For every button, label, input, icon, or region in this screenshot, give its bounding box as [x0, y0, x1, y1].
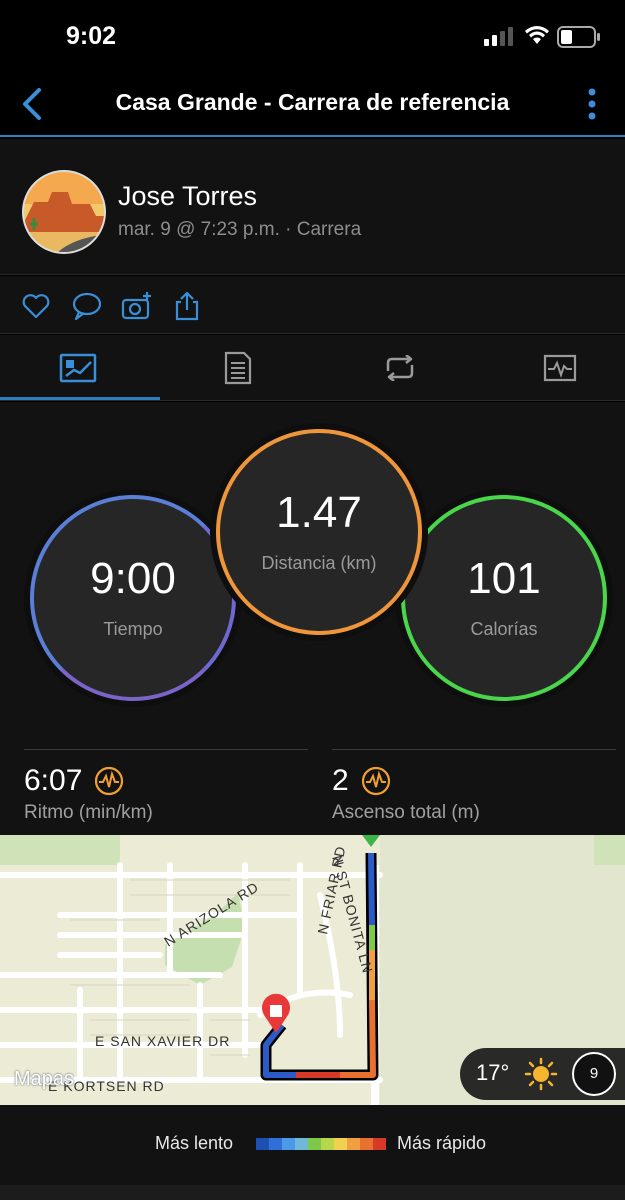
status-time: 9:02 [66, 22, 117, 50]
weather-badge[interactable]: 17° 9 [460, 1048, 625, 1100]
pace-legend: Más lento Más rápido [0, 1105, 625, 1185]
map-attribution: Mapas [14, 1068, 74, 1091]
route-map[interactable]: N ARIZOLA RD N ST BONITA LN N FRIAR RD E… [0, 835, 625, 1105]
overview-tab-icon [59, 353, 97, 383]
cellular-signal-icon [484, 27, 513, 46]
performance-icon [361, 766, 390, 796]
laps-tab-icon [386, 355, 414, 381]
heart-icon[interactable] [20, 290, 52, 322]
street-label: E SAN XAVIER DR [95, 1033, 230, 1049]
more-vertical-icon[interactable] [586, 86, 598, 122]
ascent-label: Ascenso total (m) [332, 802, 480, 823]
add-photo-icon[interactable] [121, 290, 153, 322]
ascent-stat[interactable]: 2 Ascenso total (m) [332, 764, 480, 824]
charts-tab-icon [543, 354, 577, 382]
divider [24, 749, 308, 750]
map-attribution-text: Mapas [14, 1068, 75, 1090]
wifi-icon [525, 26, 549, 44]
avatar[interactable] [22, 170, 106, 254]
social-actions [0, 276, 625, 334]
pace-color-swatch [334, 1138, 347, 1150]
pace-color-swatch [347, 1138, 360, 1150]
time-value: 9:00 [90, 553, 176, 603]
details-tab-icon [224, 351, 252, 385]
activity-meta: mar. 9 @ 7:23 p.m. · Carrera [118, 219, 362, 240]
pace-color-swatch [321, 1138, 334, 1150]
pace-color-scale [256, 1138, 386, 1150]
time-ring: 9:00 Tiempo [30, 495, 236, 701]
performance-icon [95, 766, 124, 796]
legend-fast-label: Más rápido [397, 1133, 487, 1153]
calories-value: 101 [467, 553, 541, 603]
distance-ring: 1.47 Distancia (km) [216, 429, 422, 635]
pace-color-swatch [308, 1138, 321, 1150]
tab-details[interactable] [160, 335, 316, 401]
sun-icon [524, 1057, 558, 1091]
share-icon[interactable] [171, 290, 203, 322]
pace-color-swatch [256, 1138, 269, 1150]
pace-color-swatch [373, 1138, 386, 1150]
temperature: 17° [476, 1060, 510, 1085]
tab-charts[interactable] [482, 335, 625, 401]
distance-value: 1.47 [276, 487, 362, 537]
finish-marker-icon [262, 993, 291, 1033]
wind-speed: 9 [572, 1052, 616, 1096]
pace-color-swatch [360, 1138, 373, 1150]
ascent-value: 2 [332, 764, 349, 797]
navigation-bar: Casa Grande - Carrera de referencia [0, 70, 625, 137]
battery-icon [557, 26, 600, 48]
divider [332, 749, 616, 750]
tab-laps[interactable] [322, 335, 478, 401]
pace-value: 6:07 [24, 764, 83, 797]
back-chevron-icon[interactable] [18, 86, 48, 122]
pace-color-swatch [269, 1138, 282, 1150]
status-bar: 9:02 [0, 0, 625, 70]
activity-summary: 9:00 Tiempo 101 Calorías 1.47 Distancia … [0, 402, 625, 835]
pace-stat[interactable]: 6:07 Ritmo (min/km) [24, 764, 153, 824]
page-title: Casa Grande - Carrera de referencia [115, 89, 510, 115]
bottom-edge [0, 1185, 625, 1200]
calories-label: Calorías [470, 618, 538, 639]
active-tab-indicator [0, 397, 160, 400]
distance-label: Distancia (km) [261, 552, 377, 573]
pace-label: Ritmo (min/km) [24, 802, 153, 823]
activity-tabs [0, 335, 625, 401]
time-label: Tiempo [103, 618, 163, 639]
user-name[interactable]: Jose Torres [118, 181, 257, 212]
activity-header: Jose Torres mar. 9 @ 7:23 p.m. · Carrera [0, 139, 625, 275]
comment-icon[interactable] [71, 290, 103, 322]
calories-ring: 101 Calorías [401, 495, 607, 701]
pace-color-swatch [282, 1138, 295, 1150]
legend-slow-label: Más lento [155, 1133, 234, 1153]
pace-color-swatch [295, 1138, 308, 1150]
tab-overview[interactable] [0, 335, 156, 401]
